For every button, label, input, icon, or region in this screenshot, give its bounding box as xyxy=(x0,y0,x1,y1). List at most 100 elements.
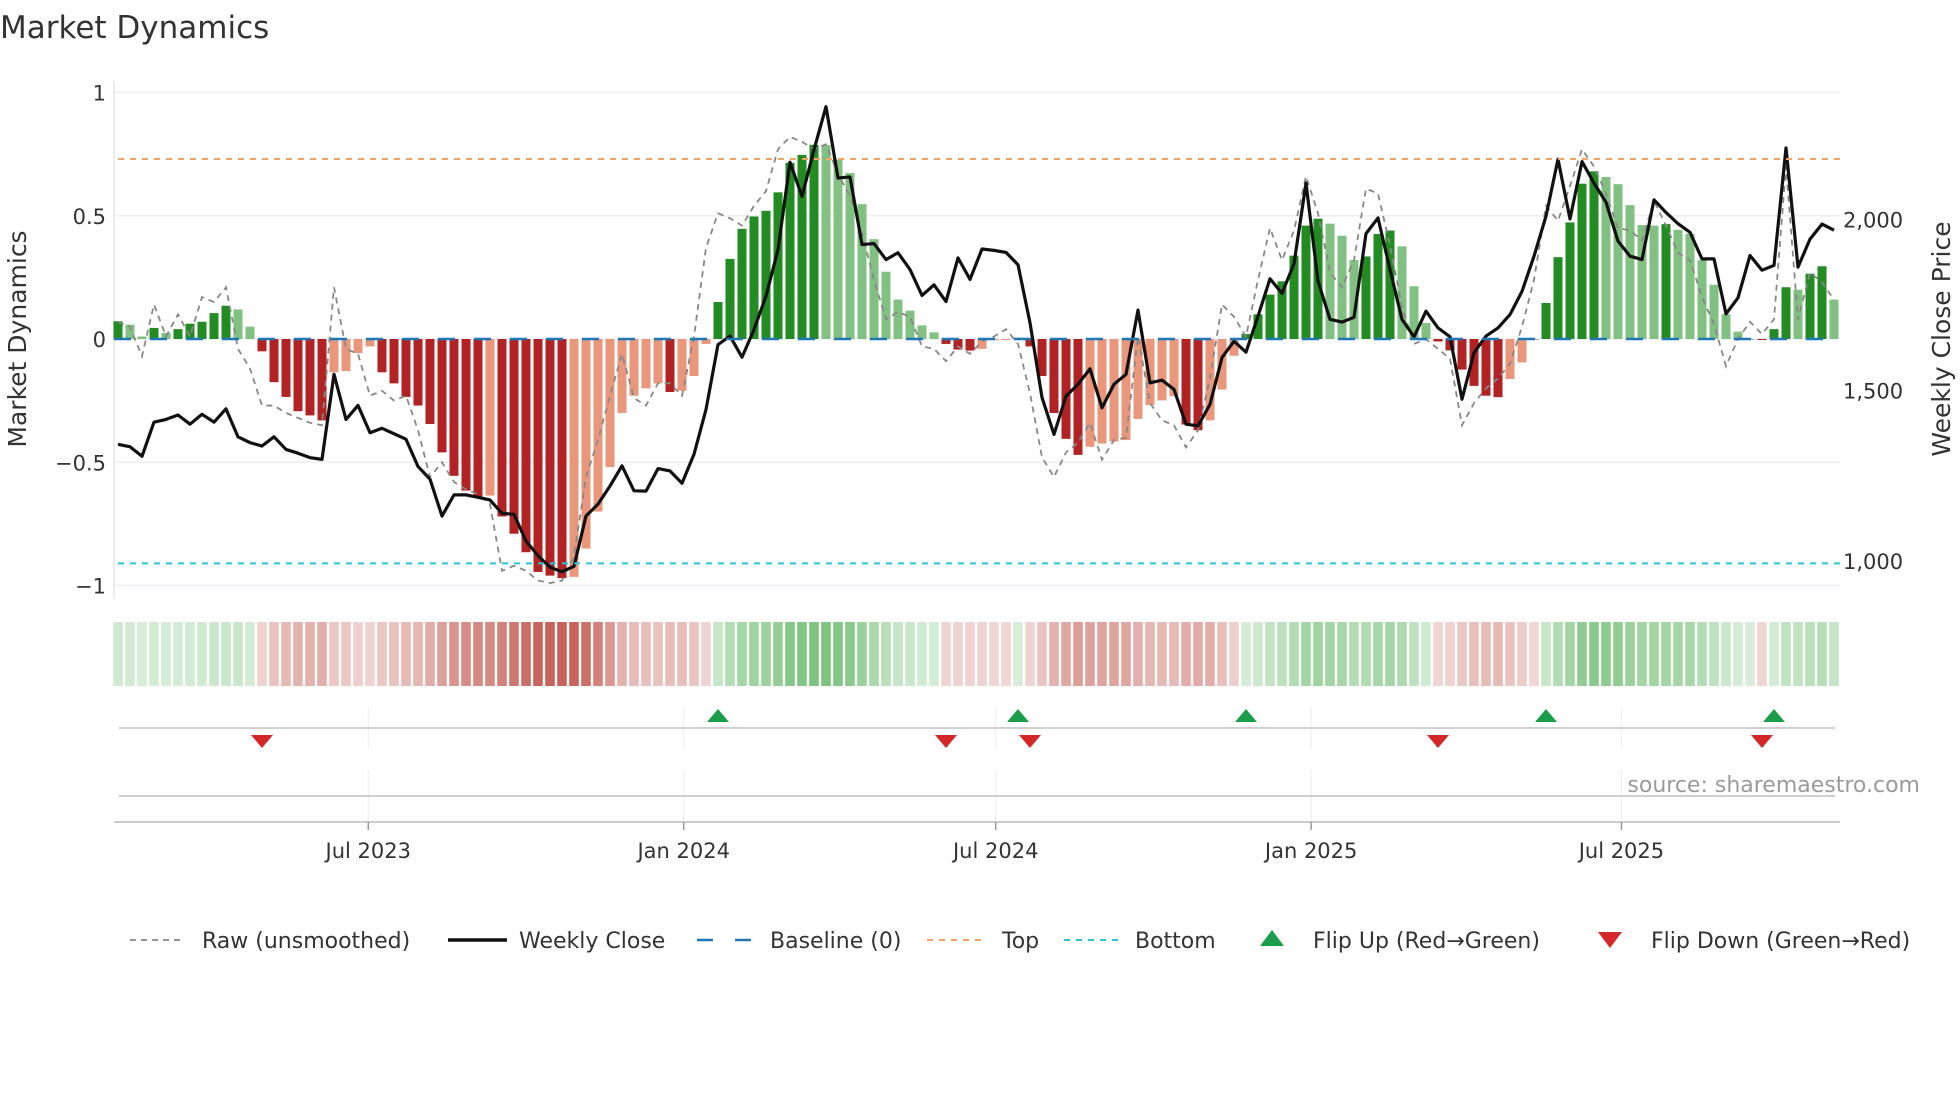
strip-cell xyxy=(1589,622,1599,686)
x-tick-label: Jan 2024 xyxy=(635,839,730,863)
bar xyxy=(1541,303,1551,339)
chart-title: Market Dynamics xyxy=(0,10,269,46)
bar xyxy=(1565,222,1575,339)
strip-cell xyxy=(233,622,243,686)
bar xyxy=(653,339,663,384)
strip-cell xyxy=(1145,622,1155,686)
strip-cell xyxy=(377,622,387,686)
strip-cell xyxy=(1277,622,1287,686)
strip-cell xyxy=(701,622,711,686)
bar xyxy=(1553,257,1563,339)
right-y-tick-label: 1,500 xyxy=(1843,379,1903,403)
flip-down-marker xyxy=(1751,735,1773,748)
strip-cell xyxy=(1553,622,1563,686)
bar xyxy=(1805,273,1815,339)
legend-item-bottom: Bottom xyxy=(1064,929,1216,954)
left-axis-ticks: 1 0.5 0 −0.5 −1 xyxy=(55,82,106,599)
strip-cell xyxy=(1793,622,1803,686)
market-dynamics-chart: Market Dynamics 1 0.5 0 −0.5 −1 2,000 1,500 1,… xyxy=(0,10,1956,954)
strip-cell xyxy=(257,622,267,686)
bar xyxy=(929,332,939,339)
strip-cell xyxy=(689,622,699,686)
strip-cell xyxy=(1805,622,1815,686)
strip-cell xyxy=(965,622,975,686)
strip-cell xyxy=(473,622,483,686)
bar xyxy=(1697,260,1707,339)
y-tick-label: −1 xyxy=(75,575,106,599)
strip-cell xyxy=(1613,622,1623,686)
bar xyxy=(449,339,459,476)
strip-cell xyxy=(845,622,855,686)
strip-cell xyxy=(1709,622,1719,686)
y-tick-label: −0.5 xyxy=(55,451,106,475)
bar xyxy=(917,325,927,339)
strip-cell xyxy=(593,622,603,686)
strip-cell xyxy=(125,622,135,686)
flip-down-marker xyxy=(935,735,957,748)
y-tick-label: 1 xyxy=(93,82,106,106)
strip-cell xyxy=(1601,622,1611,686)
bar xyxy=(269,339,279,383)
flip-down-marker xyxy=(1019,735,1041,748)
strip-cell xyxy=(869,622,879,686)
bar xyxy=(1709,284,1719,339)
strip-cell xyxy=(1385,622,1395,686)
strip-cell xyxy=(1361,622,1371,686)
bar xyxy=(1361,256,1371,339)
flip-down-marker xyxy=(1427,735,1449,748)
strip-cell xyxy=(1085,622,1095,686)
bar xyxy=(461,339,471,491)
strip-cell xyxy=(1253,622,1263,686)
bar xyxy=(893,299,903,339)
bar xyxy=(1577,183,1587,339)
strip-cell xyxy=(737,622,747,686)
bar xyxy=(1793,289,1803,339)
x-tick-label: Jul 2024 xyxy=(951,839,1038,863)
right-y-tick-label: 1,000 xyxy=(1843,550,1903,574)
y-tick-label: 0.5 xyxy=(73,205,106,229)
bar xyxy=(809,144,819,339)
bar-series xyxy=(113,144,1839,579)
bar xyxy=(881,271,891,339)
legend: Raw (unsmoothed) Weekly Close Baseline (0)… xyxy=(130,929,1910,954)
legend-label: Flip Up (Red→Green) xyxy=(1313,929,1540,954)
strip-cell xyxy=(437,622,447,686)
bar xyxy=(1649,225,1659,339)
strip-cell xyxy=(1517,622,1527,686)
flip-up-marker xyxy=(1763,709,1785,722)
bar xyxy=(1085,339,1095,447)
bar xyxy=(1049,339,1059,413)
bar xyxy=(1781,287,1791,339)
strip-cell xyxy=(1337,622,1347,686)
y-tick-label: 0 xyxy=(93,328,106,352)
strip-cell xyxy=(1697,622,1707,686)
strip-cell xyxy=(1649,622,1659,686)
strip-cell xyxy=(725,622,735,686)
bar xyxy=(557,339,567,579)
bar xyxy=(353,339,363,354)
strip-cell xyxy=(929,622,939,686)
bar xyxy=(1493,339,1503,398)
strip-cell xyxy=(485,622,495,686)
bar xyxy=(485,339,495,496)
strip-cell xyxy=(1433,622,1443,686)
strip-cell xyxy=(365,622,375,686)
right-y-tick-label: 2,000 xyxy=(1843,209,1903,233)
strip-cell xyxy=(209,622,219,686)
strip-cell xyxy=(797,622,807,686)
strip-cell xyxy=(761,622,771,686)
strip-cell xyxy=(1745,622,1755,686)
strip-cell xyxy=(221,622,231,686)
legend-item-top: Top xyxy=(927,929,1039,954)
strip-cell xyxy=(1013,622,1023,686)
bar xyxy=(737,228,747,339)
bar xyxy=(689,339,699,376)
strip-cell xyxy=(533,622,543,686)
bar xyxy=(1001,339,1011,340)
strip-cell xyxy=(1541,622,1551,686)
strip-cell xyxy=(581,622,591,686)
bar xyxy=(593,339,603,512)
left-axis-label: Market Dynamics xyxy=(3,230,32,447)
strip-cell xyxy=(425,622,435,686)
bar xyxy=(1661,224,1671,339)
